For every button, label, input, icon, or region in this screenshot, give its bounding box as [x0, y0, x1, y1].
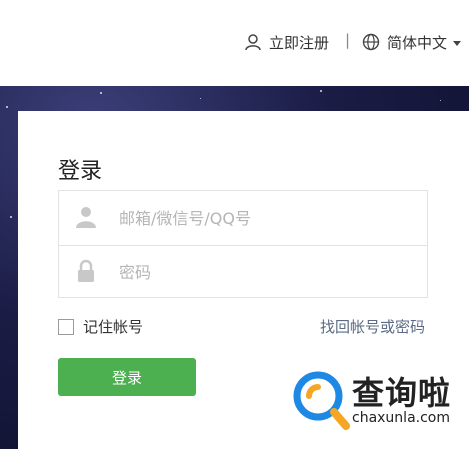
watermark-text: 查询啦: [352, 374, 452, 412]
star-decoration: [10, 216, 12, 218]
star-decoration: [200, 98, 201, 99]
user-icon: [245, 34, 261, 51]
login-title: 登录: [58, 159, 103, 184]
globe-icon: [362, 33, 380, 51]
language-label: 简体中文: [387, 33, 448, 52]
top-bar: 立即注册 | 简体中文: [0, 0, 469, 86]
star-decoration: [440, 100, 441, 101]
username-input[interactable]: [119, 203, 409, 233]
username-field: [59, 191, 427, 246]
star-decoration: [100, 92, 102, 94]
star-decoration: [6, 106, 8, 108]
login-fields: [58, 190, 428, 298]
language-selector[interactable]: 简体中文: [362, 30, 462, 54]
remember-account-toggle[interactable]: 记住帐号: [58, 316, 143, 337]
chevron-down-icon: [453, 40, 462, 46]
password-input[interactable]: [119, 257, 409, 287]
password-field: [59, 245, 427, 299]
watermark-url: chaxunla.com: [352, 410, 450, 426]
user-icon: [76, 207, 96, 228]
watermark-logo: 查询啦 chaxunla.com: [292, 366, 462, 436]
star-decoration: [320, 90, 322, 92]
header-separator: |: [345, 31, 351, 49]
register-label: 立即注册: [269, 33, 330, 52]
register-link[interactable]: 立即注册: [244, 30, 329, 54]
remember-checkbox[interactable]: [58, 318, 74, 335]
remember-label: 记住帐号: [83, 318, 144, 336]
lock-icon: [78, 259, 94, 282]
forgot-account-link[interactable]: 找回帐号或密码: [320, 316, 425, 337]
login-button[interactable]: 登录: [58, 358, 196, 396]
magnifier-icon: [293, 371, 350, 430]
